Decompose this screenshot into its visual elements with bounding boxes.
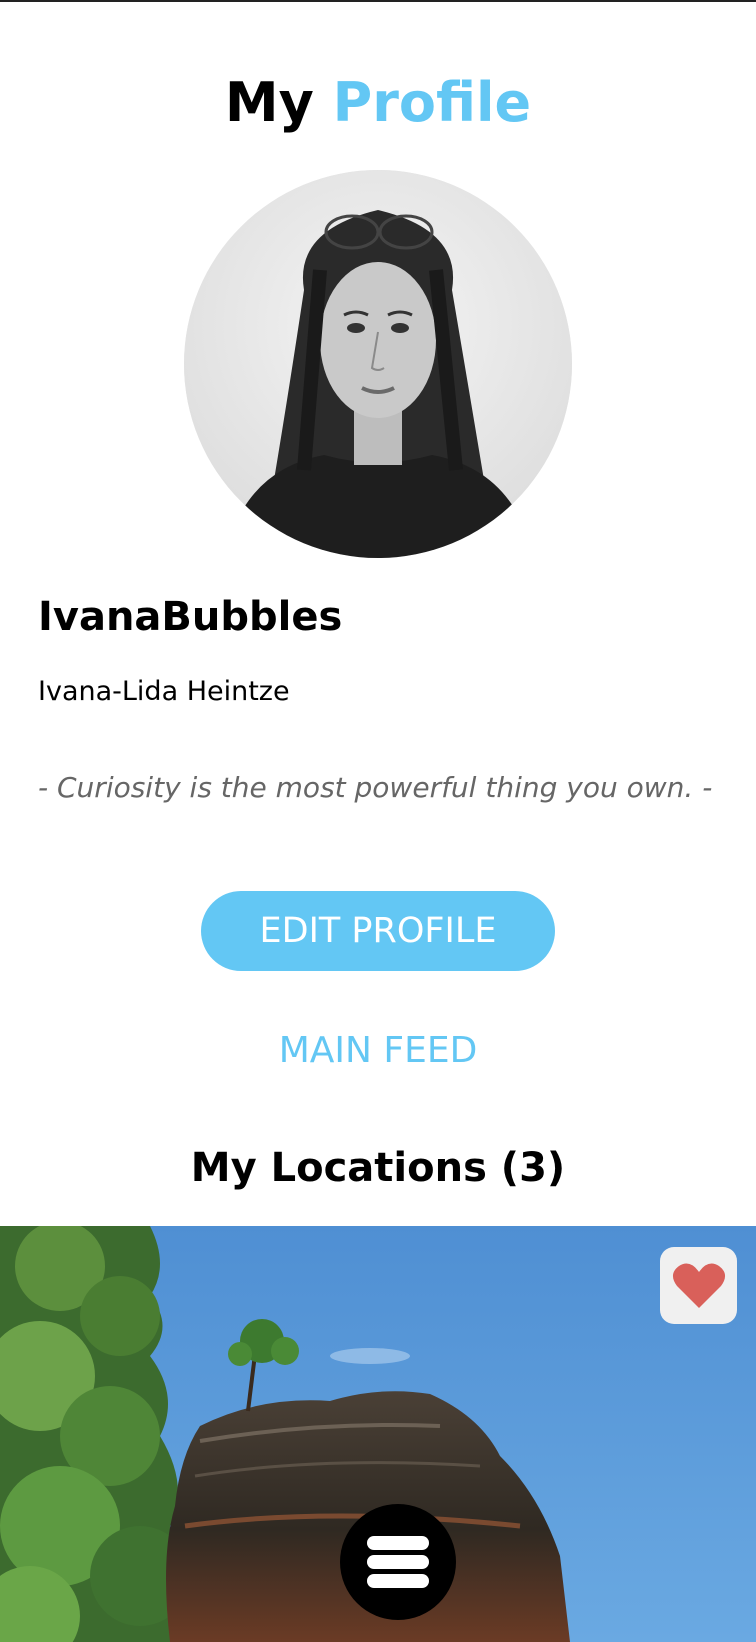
avatar xyxy=(184,170,572,558)
heart-icon xyxy=(672,1263,725,1308)
full-name: Ivana-Lida Heintze xyxy=(38,676,290,707)
hamburger-menu-icon xyxy=(367,1536,429,1588)
top-divider xyxy=(0,0,756,2)
menu-button[interactable] xyxy=(340,1504,456,1620)
edit-profile-button[interactable]: EDIT PROFILE xyxy=(201,891,555,971)
locations-heading: My Locations (3) xyxy=(190,1145,566,1191)
profile-photo xyxy=(184,170,572,558)
page-title-part2: Profile xyxy=(332,71,532,134)
page-title: My Profile xyxy=(0,70,756,136)
main-feed-link[interactable]: MAIN FEED xyxy=(0,1028,756,1074)
profile-quote: - Curiosity is the most powerful thing y… xyxy=(38,771,713,804)
page-title-part1: My xyxy=(224,71,314,134)
username: IvanaBubbles xyxy=(38,594,343,640)
favorite-button[interactable] xyxy=(660,1247,737,1324)
